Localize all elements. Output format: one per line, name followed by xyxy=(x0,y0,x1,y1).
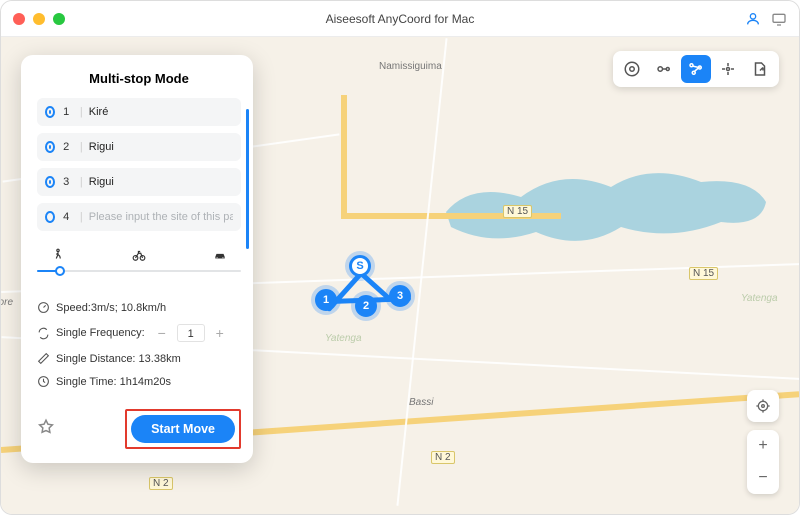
titlebar: Aiseesoft AnyCoord for Mac xyxy=(1,1,799,37)
car-mode-button[interactable] xyxy=(205,248,235,265)
crosshair-icon xyxy=(755,398,771,414)
road-badge-n15b: N 15 xyxy=(689,267,718,280)
start-move-button[interactable]: Start Move xyxy=(131,415,235,443)
radio-icon[interactable] xyxy=(45,211,55,223)
info-time: Single Time: 1h14m20s xyxy=(37,375,241,388)
walk-mode-button[interactable] xyxy=(43,248,73,265)
route-node-start[interactable]: S xyxy=(349,255,371,277)
multistop-panel: Multi-stop Mode 1 | 2 | 3 | 4 xyxy=(21,55,253,463)
slider-thumb[interactable] xyxy=(55,266,65,276)
content-area: N 15 N 15 N 2 N 2 Namissiguima Bassi Yat… xyxy=(1,37,799,514)
stop-row-4[interactable]: 4 | xyxy=(37,203,241,231)
road-badge-n2b: N 2 xyxy=(431,451,455,464)
bike-mode-button[interactable] xyxy=(124,248,154,265)
speed-slider[interactable] xyxy=(37,270,241,272)
route-info: Speed:3m/s; 10.8km/h Single Frequency: −… xyxy=(37,291,241,398)
place-bassi: Bassi xyxy=(409,397,433,408)
joystick-mode-button[interactable] xyxy=(713,55,743,83)
freq-increase-button[interactable]: + xyxy=(213,326,227,340)
info-speed: Speed:3m/s; 10.8km/h xyxy=(37,301,241,314)
start-move-highlight: Start Move xyxy=(125,409,241,449)
road-vert xyxy=(341,95,347,215)
user-icon[interactable] xyxy=(745,11,761,27)
clock-icon xyxy=(37,375,50,388)
gauge-icon xyxy=(37,301,50,314)
travel-mode-row xyxy=(37,244,241,265)
place-yatenga2: Yatenga xyxy=(741,293,778,304)
stop-input-1[interactable] xyxy=(89,106,233,118)
place-pore: pore xyxy=(1,297,13,308)
minor-road-3 xyxy=(396,38,447,506)
ruler-icon xyxy=(37,352,50,365)
screen-icon[interactable] xyxy=(771,11,787,27)
route-node-2[interactable]: 2 xyxy=(355,295,377,317)
place-nami: Namissiguima xyxy=(379,61,442,72)
stop-input-3[interactable] xyxy=(89,176,233,188)
zoom-in-button[interactable]: + xyxy=(758,438,767,454)
one-stop-mode-button[interactable] xyxy=(649,55,679,83)
app-window: Aiseesoft AnyCoord for Mac xyxy=(0,0,800,515)
radio-icon[interactable] xyxy=(45,176,55,188)
recenter-button[interactable] xyxy=(747,390,779,422)
zoom-controls: + − xyxy=(747,430,779,494)
repeat-icon xyxy=(37,327,50,340)
multi-stop-mode-button[interactable] xyxy=(681,55,711,83)
stop-row-2[interactable]: 2 | xyxy=(37,133,241,161)
freq-value[interactable]: 1 xyxy=(177,324,205,342)
route-node-1[interactable]: 1 xyxy=(315,289,337,311)
zoom-out-button[interactable]: − xyxy=(758,470,767,486)
stop-input-2[interactable] xyxy=(89,141,233,153)
road-badge-n2a: N 2 xyxy=(149,477,173,490)
radio-icon[interactable] xyxy=(45,106,55,118)
favorite-icon[interactable] xyxy=(37,418,55,441)
window-title: Aiseesoft AnyCoord for Mac xyxy=(1,12,799,26)
stop-input-4[interactable] xyxy=(89,211,233,223)
map-controls: + − xyxy=(747,390,779,494)
mode-toolbar xyxy=(613,51,779,87)
info-distance: Single Distance: 13.38km xyxy=(37,352,241,365)
stop-row-1[interactable]: 1 | xyxy=(37,98,241,126)
export-gpx-button[interactable] xyxy=(745,55,775,83)
place-yatenga: Yatenga xyxy=(325,333,362,344)
stop-number: 1 xyxy=(63,106,74,118)
stop-number: 2 xyxy=(63,141,74,153)
route-node-3[interactable]: 3 xyxy=(389,285,411,307)
modify-location-button[interactable] xyxy=(617,55,647,83)
panel-title: Multi-stop Mode xyxy=(37,71,241,86)
stop-number: 4 xyxy=(63,211,74,223)
stop-row-3[interactable]: 3 | xyxy=(37,168,241,196)
radio-icon[interactable] xyxy=(45,141,55,153)
road-badge-n15: N 15 xyxy=(503,205,532,218)
freq-decrease-button[interactable]: − xyxy=(155,326,169,340)
info-frequency: Single Frequency: − 1 + xyxy=(37,324,241,342)
stop-number: 3 xyxy=(63,176,74,188)
lake-shape xyxy=(441,157,771,267)
